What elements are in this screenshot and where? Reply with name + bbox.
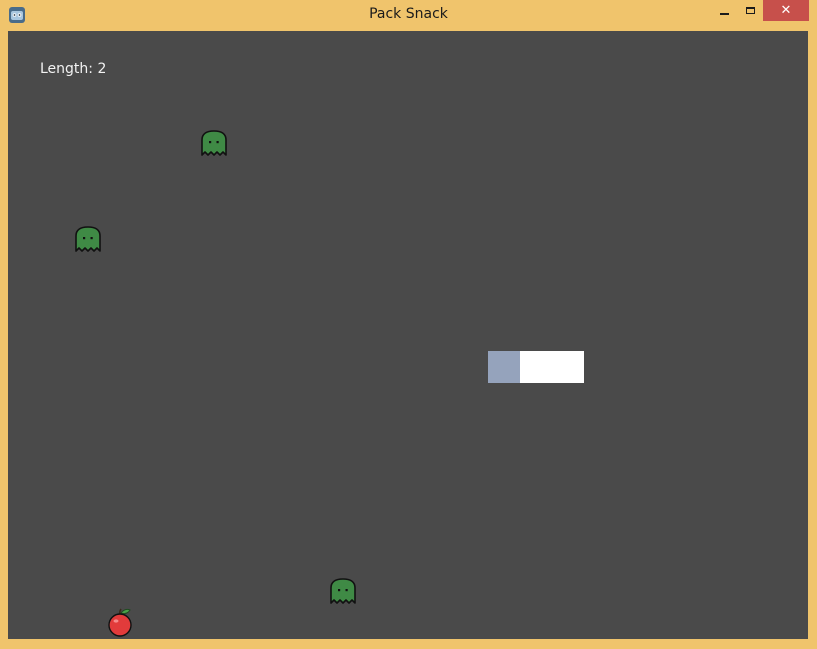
length-counter: Length: 2 xyxy=(40,61,107,77)
close-button[interactable]: ✕ xyxy=(763,0,809,21)
snake-body-segment xyxy=(552,351,584,383)
apple-icon xyxy=(108,608,132,637)
maximize-icon xyxy=(745,7,755,14)
snake-body-segment xyxy=(520,351,552,383)
ghost-icon xyxy=(201,130,227,156)
close-icon: ✕ xyxy=(780,3,792,18)
snake-head xyxy=(488,351,520,383)
minimize-button[interactable] xyxy=(711,0,737,21)
snake xyxy=(488,351,584,383)
game-window: Pack Snack ✕ Length: 2 xyxy=(0,0,817,649)
maximize-button[interactable] xyxy=(737,0,763,21)
title-bar[interactable]: Pack Snack ✕ xyxy=(0,0,817,30)
window-title: Pack Snack xyxy=(369,6,448,22)
minimize-icon xyxy=(719,12,729,15)
ghost-icon xyxy=(330,578,356,604)
ghost-icon xyxy=(75,226,101,252)
game-canvas[interactable]: Length: 2 xyxy=(8,31,808,639)
